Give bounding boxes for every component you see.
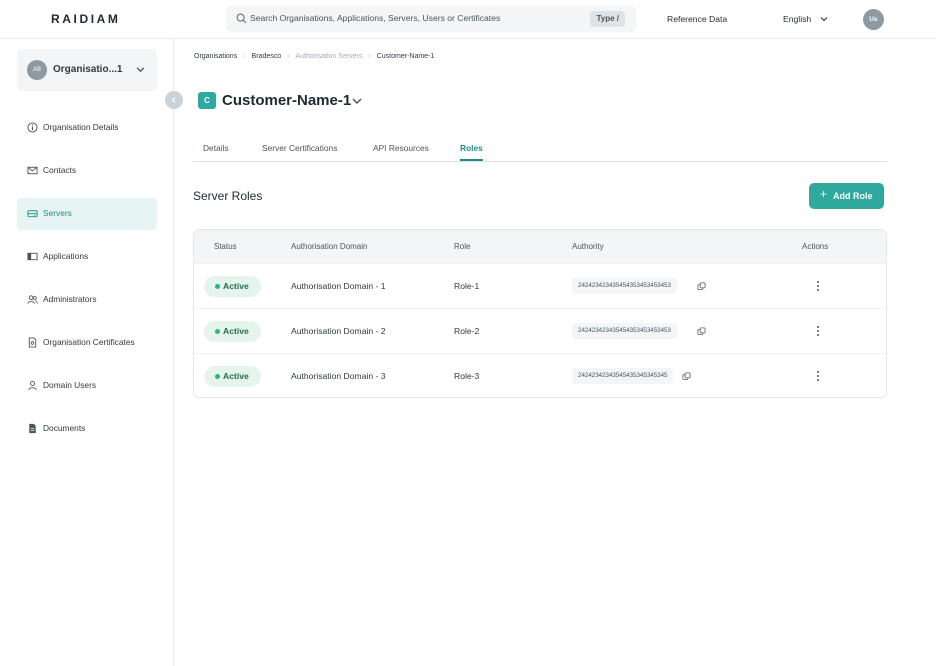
sidebar-item-label: Servers — [43, 208, 72, 218]
tab-server-certifications[interactable]: Server Certifications — [262, 143, 337, 153]
sidebar-item-label: Applications — [43, 251, 89, 261]
add-role-button[interactable]: + Add Role — [809, 183, 884, 209]
table-row: Active Authorisation Domain - 3 Role-3 2… — [194, 353, 886, 397]
language-label: English — [783, 14, 812, 24]
search-icon — [236, 13, 247, 24]
authority-chip: 242423423435454353453453453 — [572, 278, 677, 294]
certificate-icon — [28, 337, 37, 348]
user-avatar[interactable]: Us — [863, 9, 884, 30]
status-dot-icon — [215, 284, 220, 289]
search-input[interactable]: Search Organisations, Applications, Serv… — [226, 6, 636, 32]
copy-icon[interactable] — [697, 282, 706, 291]
sidebar-item-label: Organisation Details — [43, 122, 119, 132]
sidebar-item-organisation-certificates[interactable]: Organisation Certificates — [17, 327, 157, 359]
status-dot-icon — [215, 329, 220, 334]
column-header-role: Role — [454, 242, 471, 251]
authorisation-domain-cell: Authorisation Domain - 1 — [291, 281, 386, 291]
column-header-status: Status — [214, 242, 237, 251]
sidebar-item-label: Documents — [43, 423, 86, 433]
role-cell: Role-1 — [454, 281, 480, 291]
logo[interactable]: RAIDIAM — [51, 12, 121, 26]
language-selector[interactable]: English — [783, 14, 828, 24]
status-label: Active — [223, 281, 249, 291]
chevron-down-icon — [136, 67, 145, 73]
server-icon — [27, 210, 38, 218]
table-row: Active Authorisation Domain - 1 Role-1 2… — [194, 263, 886, 308]
column-header-authority: Authority — [572, 242, 604, 251]
sidebar-item-domain-users[interactable]: Domain Users — [17, 370, 157, 402]
server-roles-table: Status Authorisation Domain Role Authori… — [193, 229, 887, 398]
sidebar: AB Organisatio...1 Organisation Details … — [0, 39, 174, 666]
plus-icon: + — [820, 187, 828, 201]
sidebar-item-contacts[interactable]: Contacts — [17, 155, 157, 187]
tab-roles[interactable]: Roles — [460, 143, 483, 161]
search-shortcut-hint: Type / — [590, 11, 625, 27]
sidebar-item-administrators[interactable]: Administrators — [17, 284, 157, 316]
collapse-sidebar-button[interactable] — [165, 91, 183, 109]
organisation-name: Organisatio...1 — [53, 64, 123, 75]
more-actions-icon[interactable] — [814, 280, 822, 292]
sidebar-item-label: Organisation Certificates — [43, 337, 135, 347]
authorisation-domain-cell: Authorisation Domain - 3 — [291, 371, 386, 381]
sidebar-item-servers[interactable]: Servers — [17, 198, 157, 230]
role-cell: Role-3 — [454, 371, 480, 381]
sidebar-item-label: Domain Users — [43, 380, 97, 390]
more-actions-icon[interactable] — [814, 325, 822, 337]
search-placeholder: Search Organisations, Applications, Serv… — [250, 13, 501, 23]
chevron-down-icon[interactable] — [351, 96, 363, 106]
server-badge: C — [198, 92, 216, 109]
sidebar-item-organisation-details[interactable]: Organisation Details — [17, 112, 157, 144]
reference-data-link[interactable]: Reference Data — [667, 14, 727, 24]
sidebar-item-label: Contacts — [43, 165, 77, 175]
users-icon — [27, 295, 38, 304]
status-badge: Active — [204, 276, 261, 297]
applications-icon — [27, 252, 38, 261]
organisation-avatar: AB — [27, 60, 47, 80]
sidebar-item-applications[interactable]: Applications — [17, 241, 157, 273]
status-dot-icon — [215, 374, 220, 379]
user-icon — [28, 381, 37, 391]
page-title: Customer-Name-1 — [222, 92, 352, 109]
authority-chip: 24242342343545435345345345 — [572, 368, 674, 384]
breadcrumb-separator-icon: › — [243, 53, 246, 60]
status-label: Active — [223, 326, 249, 336]
copy-icon[interactable] — [697, 327, 706, 336]
mail-icon — [27, 166, 38, 175]
tab-bar: Details Server Certifications API Resour… — [193, 140, 887, 162]
breadcrumb-current: Customer-Name-1 — [376, 53, 435, 60]
breadcrumb-separator-icon: › — [287, 53, 290, 60]
authority-chip: 242423423435454353453453453 — [572, 323, 677, 339]
status-badge: Active — [204, 321, 261, 342]
tab-api-resources[interactable]: API Resources — [373, 143, 429, 153]
role-cell: Role-2 — [454, 326, 480, 336]
authorisation-domain-cell: Authorisation Domain - 2 — [291, 326, 386, 336]
breadcrumb-authorisation-servers[interactable]: Authorisation Servers — [295, 53, 362, 60]
status-badge: Active — [204, 366, 261, 387]
tab-details[interactable]: Details — [203, 143, 229, 153]
chevron-left-icon — [171, 97, 176, 103]
breadcrumb: Organisations › Bradesco › Authorisation Ser… — [194, 53, 434, 60]
breadcrumb-separator-icon: › — [368, 53, 371, 60]
organisation-selector[interactable]: AB Organisatio...1 — [17, 49, 157, 91]
sidebar-item-documents[interactable]: Documents — [17, 413, 157, 445]
column-header-actions: Actions — [802, 242, 829, 251]
chevron-down-icon — [820, 17, 828, 22]
breadcrumb-bradesco[interactable]: Bradesco — [252, 53, 282, 60]
table-row: Active Authorisation Domain - 2 Role-2 2… — [194, 308, 886, 353]
table-header: Status Authorisation Domain Role Authori… — [194, 230, 886, 263]
section-title: Server Roles — [193, 189, 263, 203]
breadcrumb-organisations[interactable]: Organisations — [194, 53, 237, 60]
copy-icon[interactable] — [682, 372, 691, 381]
column-header-authorisation-domain: Authorisation Domain — [291, 242, 368, 251]
top-bar: RAIDIAM Search Organisations, Applicatio… — [0, 0, 936, 39]
more-actions-icon[interactable] — [814, 370, 822, 382]
document-icon — [29, 423, 36, 434]
status-label: Active — [223, 371, 249, 381]
sidebar-item-label: Administrators — [43, 294, 97, 304]
info-icon — [27, 122, 38, 133]
add-role-label: Add Role — [833, 191, 873, 201]
